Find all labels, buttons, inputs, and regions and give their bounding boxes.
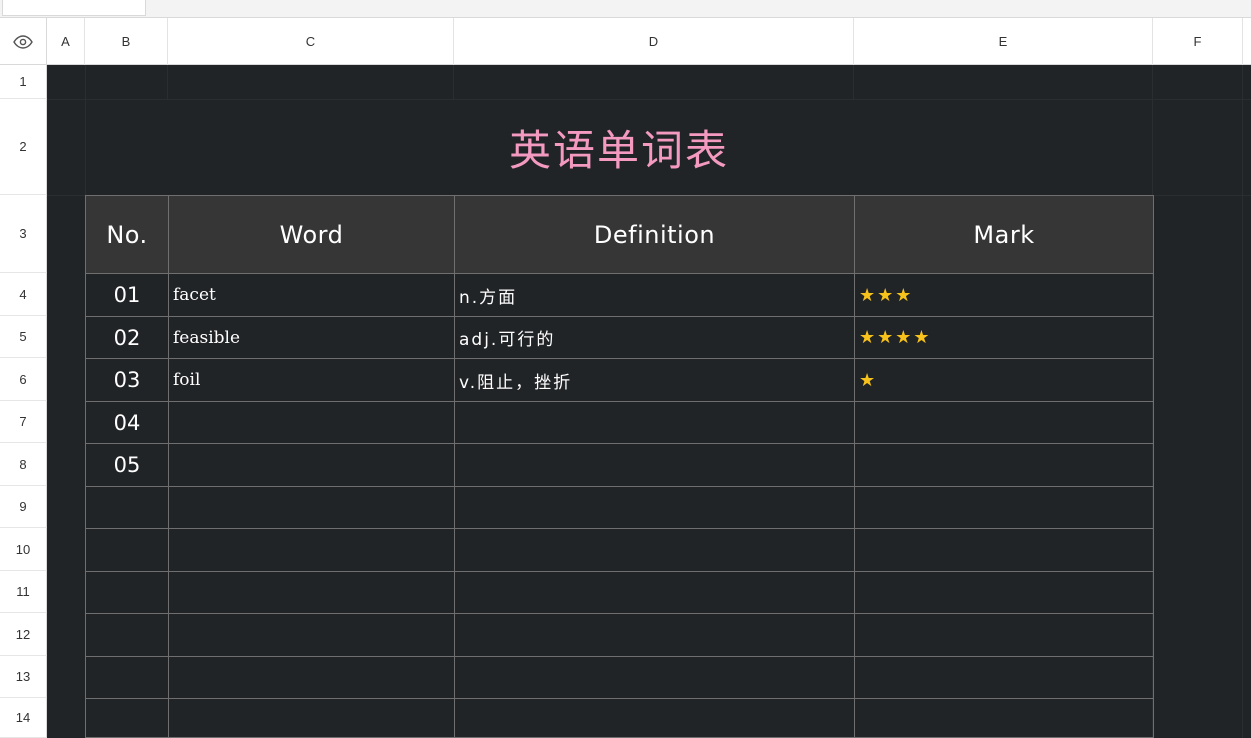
column-header-e[interactable]: E	[854, 18, 1153, 65]
row-header-10[interactable]: 10	[0, 528, 47, 571]
cell-definition[interactable]	[454, 656, 855, 699]
cell-mark-stars[interactable]: ★	[854, 358, 1154, 402]
header-word[interactable]: Word	[168, 195, 455, 274]
cell-no[interactable]	[85, 571, 169, 614]
cell-word[interactable]: feasible	[168, 316, 455, 359]
row-header-6[interactable]: 6	[0, 358, 47, 401]
cell-definition[interactable]	[454, 571, 855, 614]
cell-no[interactable]	[85, 698, 169, 738]
cell-word[interactable]	[168, 656, 455, 699]
cell-mark-stars[interactable]	[854, 401, 1154, 444]
cell-no[interactable]: 05	[85, 443, 169, 487]
cell-definition[interactable]	[454, 528, 855, 572]
cell-word[interactable]: foil	[168, 358, 455, 402]
cell-no[interactable]: 01	[85, 273, 169, 317]
cell-definition[interactable]: adj.可行的	[454, 316, 855, 359]
cell-no[interactable]	[85, 613, 169, 657]
cell-word[interactable]	[168, 401, 455, 444]
cell-definition[interactable]	[454, 401, 855, 444]
cell-word[interactable]	[168, 443, 455, 487]
cell-word[interactable]: facet	[168, 273, 455, 317]
cell-word[interactable]	[168, 698, 455, 738]
cell-word[interactable]	[168, 528, 455, 572]
cell-mark-stars[interactable]	[854, 571, 1154, 614]
row-header-1[interactable]: 1	[0, 65, 47, 99]
cell-mark-stars[interactable]: ★★★	[854, 273, 1154, 317]
cell-no[interactable]: 02	[85, 316, 169, 359]
cell-no[interactable]	[85, 656, 169, 699]
cell-definition[interactable]	[454, 698, 855, 738]
sheet-title: 英语单词表	[508, 125, 729, 175]
row-header-8[interactable]: 8	[0, 443, 47, 486]
column-header-c[interactable]: C	[168, 18, 454, 65]
cell-mark-stars[interactable]	[854, 656, 1154, 699]
row-header-12[interactable]: 12	[0, 613, 47, 656]
cell-mark-stars[interactable]	[854, 698, 1154, 738]
cell-no[interactable]: 04	[85, 401, 169, 444]
cell-word[interactable]	[168, 571, 455, 614]
row-header-5[interactable]: 5	[0, 316, 47, 358]
cell-no[interactable]: 03	[85, 358, 169, 402]
row-header-13[interactable]: 13	[0, 656, 47, 698]
cell-definition[interactable]: v.阻止，挫折	[454, 358, 855, 402]
cell-mark-stars[interactable]	[854, 613, 1154, 657]
column-header-a[interactable]: A	[47, 18, 85, 65]
cell-mark-stars[interactable]	[854, 486, 1154, 529]
formula-bar	[0, 0, 1251, 18]
eye-icon[interactable]	[0, 18, 47, 65]
column-header-b[interactable]: B	[85, 18, 168, 65]
header-no[interactable]: No.	[85, 195, 169, 274]
column-header-d[interactable]: D	[454, 18, 854, 65]
column-header-f[interactable]: F	[1153, 18, 1243, 65]
row-header-11[interactable]: 11	[0, 571, 47, 613]
row-header-3[interactable]: 3	[0, 195, 47, 273]
cell-mark-stars[interactable]: ★★★★	[854, 316, 1154, 359]
row-header-14[interactable]: 14	[0, 698, 47, 738]
cell-word[interactable]	[168, 486, 455, 529]
cell-definition[interactable]	[454, 613, 855, 657]
row-header-7[interactable]: 7	[0, 401, 47, 443]
header-definition[interactable]: Definition	[454, 195, 855, 274]
row-header-9[interactable]: 9	[0, 486, 47, 528]
cell-word[interactable]	[168, 613, 455, 657]
name-box[interactable]	[2, 0, 146, 16]
cell-definition[interactable]	[454, 443, 855, 487]
cell-definition[interactable]: n.方面	[454, 273, 855, 317]
row-header-4[interactable]: 4	[0, 273, 47, 316]
row-header-2[interactable]: 2	[0, 99, 47, 195]
cell-mark-stars[interactable]	[854, 443, 1154, 487]
cell-no[interactable]	[85, 486, 169, 529]
column-headers: A B C D E F	[0, 18, 1251, 65]
cell-mark-stars[interactable]	[854, 528, 1154, 572]
cell-no[interactable]	[85, 528, 169, 572]
cell-definition[interactable]	[454, 486, 855, 529]
header-mark[interactable]: Mark	[854, 195, 1154, 274]
